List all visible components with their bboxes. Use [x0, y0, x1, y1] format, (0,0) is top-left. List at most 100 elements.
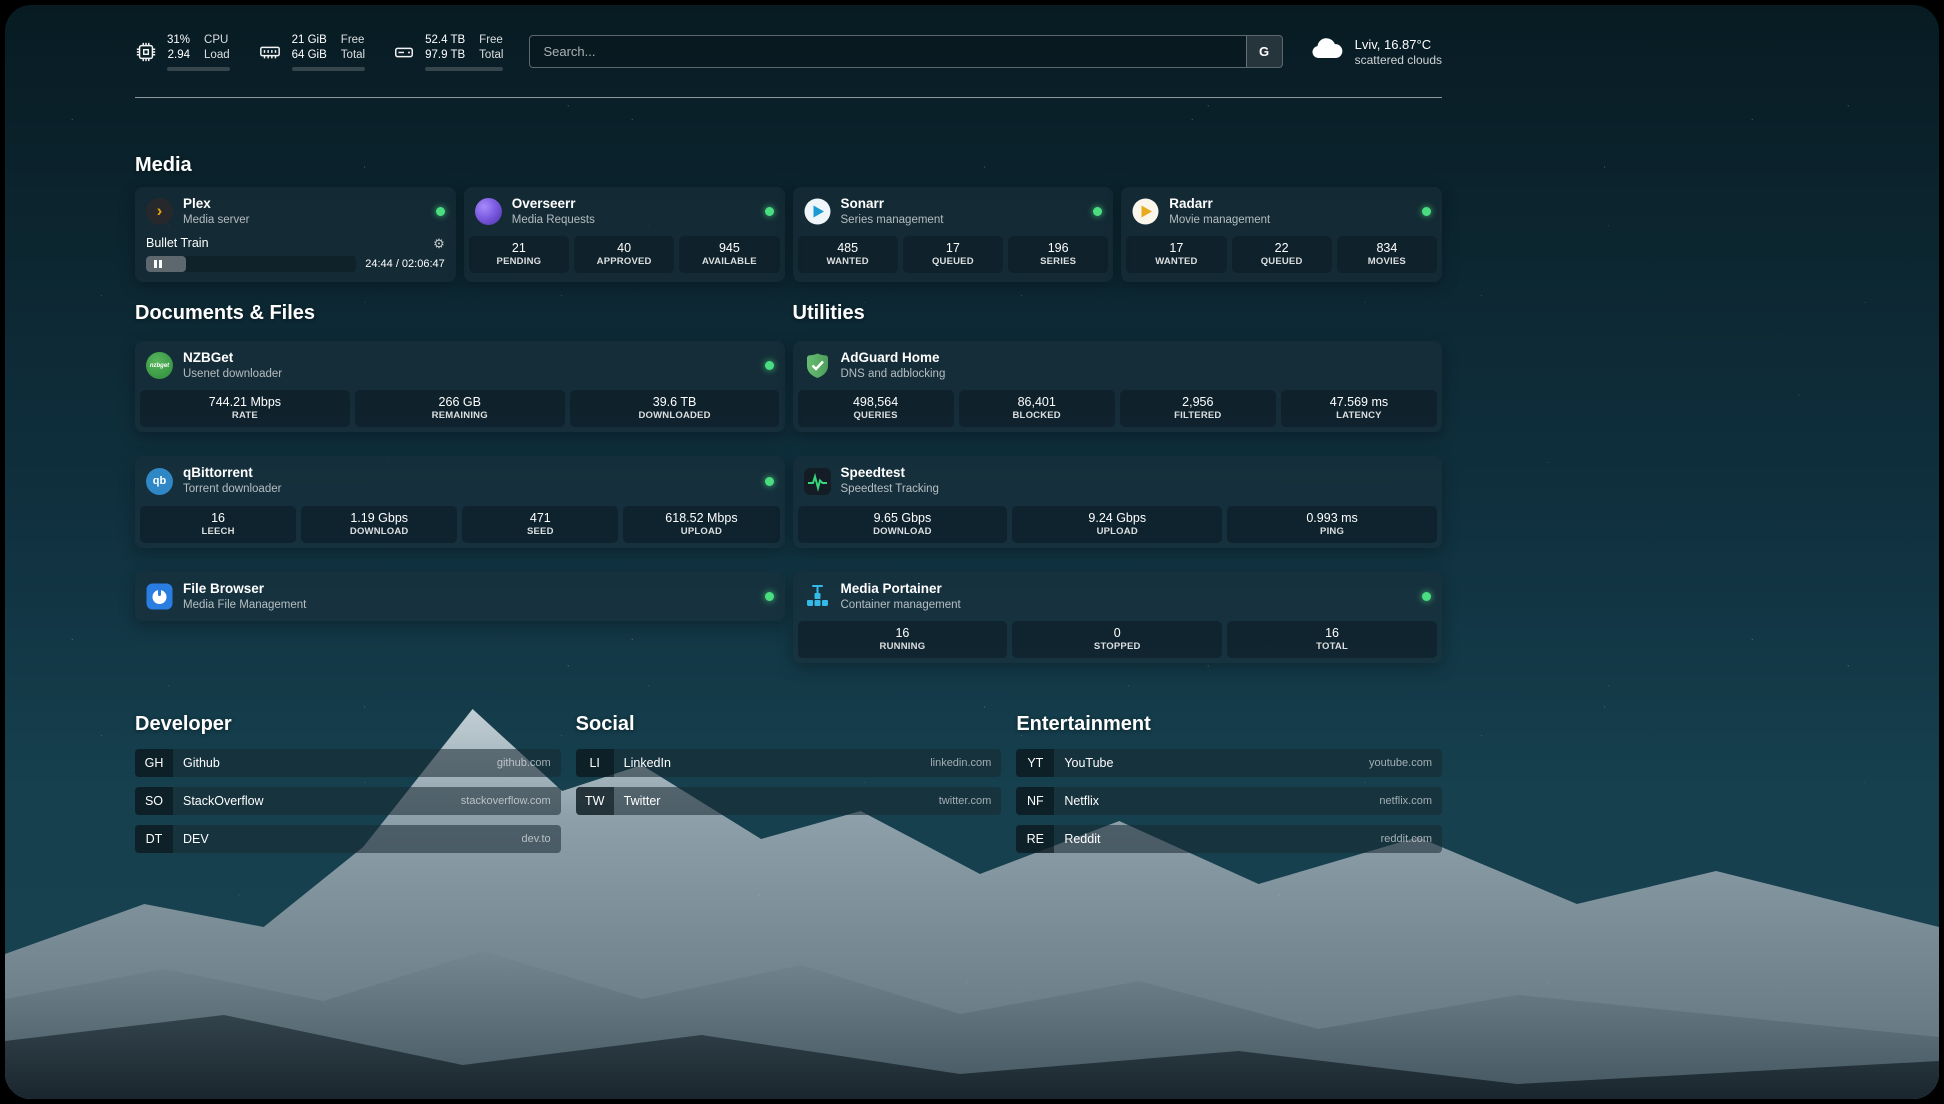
stat-value: 471	[466, 511, 614, 525]
weather-widget[interactable]: Lviv, 16.87°C scattered clouds	[1309, 36, 1442, 67]
cpu-usage-label: CPU	[204, 33, 230, 48]
stat-value: 266 GB	[359, 395, 561, 409]
memory-total-label: Total	[341, 48, 365, 63]
service-stats: 16LEECH 1.19 GbpsDOWNLOAD 471SEED 618.52…	[135, 506, 785, 548]
resource-widgets: 31% CPU 2.94 Load 21 GiB Free 64 GiB	[135, 33, 503, 71]
bookmark-url: youtube.com	[1369, 757, 1432, 769]
stat-label: PING	[1231, 526, 1433, 537]
stat-value: 40	[578, 241, 670, 255]
disk-progress-track	[425, 67, 503, 71]
bookmark-abbr: LI	[576, 749, 614, 777]
stat-value: 0	[1016, 626, 1218, 640]
stat-label: QUERIES	[802, 410, 950, 421]
stat-value: 618.52 Mbps	[627, 511, 775, 525]
service-subtitle: Container management	[841, 598, 961, 612]
stat-value: 9.24 Gbps	[1016, 511, 1218, 525]
stat-block: 17QUEUED	[903, 236, 1003, 273]
bookmark-abbr: YT	[1016, 749, 1054, 777]
service-card-portainer[interactable]: Media Portainer Container management 16R…	[793, 572, 1443, 663]
bookmark-dev[interactable]: DT DEV dev.to	[135, 825, 561, 853]
stat-label: DOWNLOAD	[802, 526, 1004, 537]
stat-value: 17	[1130, 241, 1222, 255]
service-subtitle: Usenet downloader	[183, 367, 282, 381]
section-heading-utilities: Utilities	[793, 302, 1443, 325]
service-subtitle: Series management	[841, 213, 944, 227]
section-heading-social: Social	[576, 713, 1002, 736]
stat-block: 196SERIES	[1008, 236, 1108, 273]
search-provider-button[interactable]: G	[1246, 36, 1282, 67]
service-card-nzbget[interactable]: nzbget NZBGet Usenet downloader 744.21 M…	[135, 341, 785, 432]
bookmark-reddit[interactable]: RE Reddit reddit.com	[1016, 825, 1442, 853]
bookmark-youtube[interactable]: YT YouTube youtube.com	[1016, 749, 1442, 777]
service-stats: 9.65 GbpsDOWNLOAD 9.24 GbpsUPLOAD 0.993 …	[793, 506, 1443, 548]
service-card-sonarr[interactable]: Sonarr Series management 485WANTED 17QUE…	[793, 187, 1114, 282]
service-card-filebrowser[interactable]: File Browser Media File Management	[135, 572, 785, 621]
service-card-speedtest[interactable]: Speedtest Speedtest Tracking 9.65 GbpsDO…	[793, 456, 1443, 547]
bookmark-name: DEV	[183, 832, 209, 846]
section-heading-developer: Developer	[135, 713, 561, 736]
stat-block: 86,401BLOCKED	[959, 390, 1115, 427]
stat-block: 9.65 GbpsDOWNLOAD	[798, 506, 1008, 543]
stat-block: 21PENDING	[469, 236, 569, 273]
service-card-qbittorrent[interactable]: qb qBittorrent Torrent downloader 16LEEC…	[135, 456, 785, 547]
bookmark-stackoverflow[interactable]: SO StackOverflow stackoverflow.com	[135, 787, 561, 815]
stat-label: WANTED	[1130, 256, 1222, 267]
service-card-overseerr[interactable]: Overseerr Media Requests 21PENDING 40APP…	[464, 187, 785, 282]
status-dot	[1422, 207, 1431, 216]
stat-value: 47.569 ms	[1285, 395, 1433, 409]
bookmark-abbr: GH	[135, 749, 173, 777]
playback-progress-bar[interactable]	[146, 256, 356, 272]
weather-condition: scattered clouds	[1355, 53, 1442, 67]
stat-value: 485	[802, 241, 894, 255]
overseerr-icon	[475, 198, 502, 225]
bookmark-twitter[interactable]: TW Twitter twitter.com	[576, 787, 1002, 815]
stat-label: UPLOAD	[1016, 526, 1218, 537]
stat-value: 16	[1231, 626, 1433, 640]
stat-value: 945	[683, 241, 775, 255]
bookmark-url: twitter.com	[939, 795, 992, 807]
service-title: Speedtest	[841, 465, 939, 482]
stat-label: BLOCKED	[963, 410, 1111, 421]
topbar: 31% CPU 2.94 Load 21 GiB Free 64 GiB	[135, 5, 1442, 71]
stat-value: 39.6 TB	[574, 395, 776, 409]
qbittorrent-icon: qb	[146, 468, 173, 495]
service-stats: 744.21 MbpsRATE 266 GBREMAINING 39.6 TBD…	[135, 390, 785, 432]
status-dot	[765, 207, 774, 216]
bookmarks-row: Developer GH Github github.com SO StackO…	[135, 713, 1442, 853]
bookmark-group-entertainment: Entertainment YT YouTube youtube.com NF …	[1016, 713, 1442, 853]
service-title: NZBGet	[183, 350, 282, 367]
stat-label: SERIES	[1012, 256, 1104, 267]
stat-value: 196	[1012, 241, 1104, 255]
stat-value: 86,401	[963, 395, 1111, 409]
pause-icon[interactable]	[154, 260, 162, 268]
stat-block: 2,956FILTERED	[1120, 390, 1276, 427]
gear-icon[interactable]: ⚙	[433, 237, 445, 250]
stat-block: 0.993 msPING	[1227, 506, 1437, 543]
memory-total-value: 64 GiB	[292, 48, 327, 63]
topbar-divider	[135, 97, 1442, 98]
service-subtitle: Speedtest Tracking	[841, 482, 939, 496]
weather-location: Lviv, 16.87°C	[1355, 37, 1442, 52]
bookmark-linkedin[interactable]: LI LinkedIn linkedin.com	[576, 749, 1002, 777]
service-card-plex[interactable]: › Plex Media server Bullet Train ⚙	[135, 187, 456, 282]
portainer-icon	[804, 583, 831, 610]
utilities-column: Utilities AdGuard Home DNS and adblockin…	[793, 302, 1443, 663]
radarr-icon	[1132, 198, 1159, 225]
bookmark-name: LinkedIn	[624, 756, 671, 770]
status-dot	[436, 207, 445, 216]
stat-label: TOTAL	[1231, 641, 1433, 652]
service-card-adguard[interactable]: AdGuard Home DNS and adblocking 498,564Q…	[793, 341, 1443, 432]
bookmark-netflix[interactable]: NF Netflix netflix.com	[1016, 787, 1442, 815]
now-playing-title: Bullet Train	[146, 236, 209, 250]
stat-value: 834	[1341, 241, 1433, 255]
filebrowser-icon	[146, 583, 173, 610]
search-input[interactable]	[530, 36, 1245, 67]
cpu-load-label: Load	[204, 48, 230, 63]
adguard-icon	[804, 352, 831, 379]
bookmark-group-social: Social LI LinkedIn linkedin.com TW Twitt…	[576, 713, 1002, 853]
service-card-radarr[interactable]: Radarr Movie management 17WANTED 22QUEUE…	[1121, 187, 1442, 282]
stat-label: QUEUED	[1236, 256, 1328, 267]
stat-label: RATE	[144, 410, 346, 421]
service-title: AdGuard Home	[841, 350, 946, 367]
bookmark-github[interactable]: GH Github github.com	[135, 749, 561, 777]
